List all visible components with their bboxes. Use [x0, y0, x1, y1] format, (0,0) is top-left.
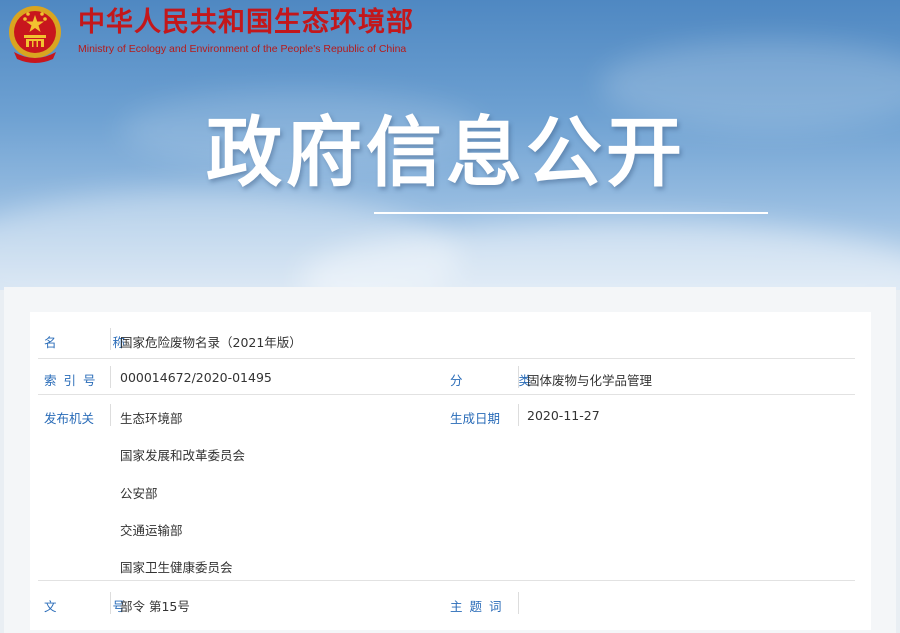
keywords-label: 主题词 [450, 599, 509, 614]
doc-number-value: 部令 第15号 [120, 599, 190, 614]
index-value: 000014672/2020-01495 [120, 370, 272, 385]
name-value: 国家危险废物名录（2021年版） [120, 335, 302, 350]
column-separator [110, 328, 111, 350]
column-separator [110, 404, 111, 426]
column-separator [110, 592, 111, 614]
category-value: 固体废物与化学品管理 [527, 373, 653, 388]
date-label: 生成日期 [450, 411, 501, 426]
info-table: 名 称 国家危险废物名录（2021年版） 索引号 000014672/2020-… [30, 312, 871, 630]
issuer-value: 生态环境部 [120, 411, 183, 426]
date-value: 2020-11-27 [527, 408, 600, 423]
issuer-value: 交通运输部 [120, 523, 183, 538]
ministry-name-en: Ministry of Ecology and Environment of t… [78, 43, 407, 55]
row-divider [38, 580, 855, 581]
index-label: 索引号 [44, 373, 103, 388]
issuer-value: 公安部 [120, 486, 158, 501]
column-separator [518, 366, 519, 388]
national-emblem-icon [9, 6, 61, 63]
title-underline [374, 212, 768, 214]
row-divider [38, 394, 855, 395]
page-title: 政府信息公开 [206, 108, 686, 197]
column-separator [110, 366, 111, 388]
column-separator [518, 404, 519, 426]
ministry-name-cn: 中华人民共和国生态环境部 [78, 7, 414, 38]
category-label: 分 类 [450, 373, 557, 388]
issuer-value: 国家发展和改革委员会 [120, 448, 246, 463]
issuer-label: 发布机关 [44, 411, 95, 426]
issuer-value: 国家卫生健康委员会 [120, 560, 233, 575]
column-separator [518, 592, 519, 614]
name-label: 名 称 [44, 335, 151, 350]
row-divider [38, 358, 855, 359]
doc-number-label: 文 号 [44, 599, 151, 614]
